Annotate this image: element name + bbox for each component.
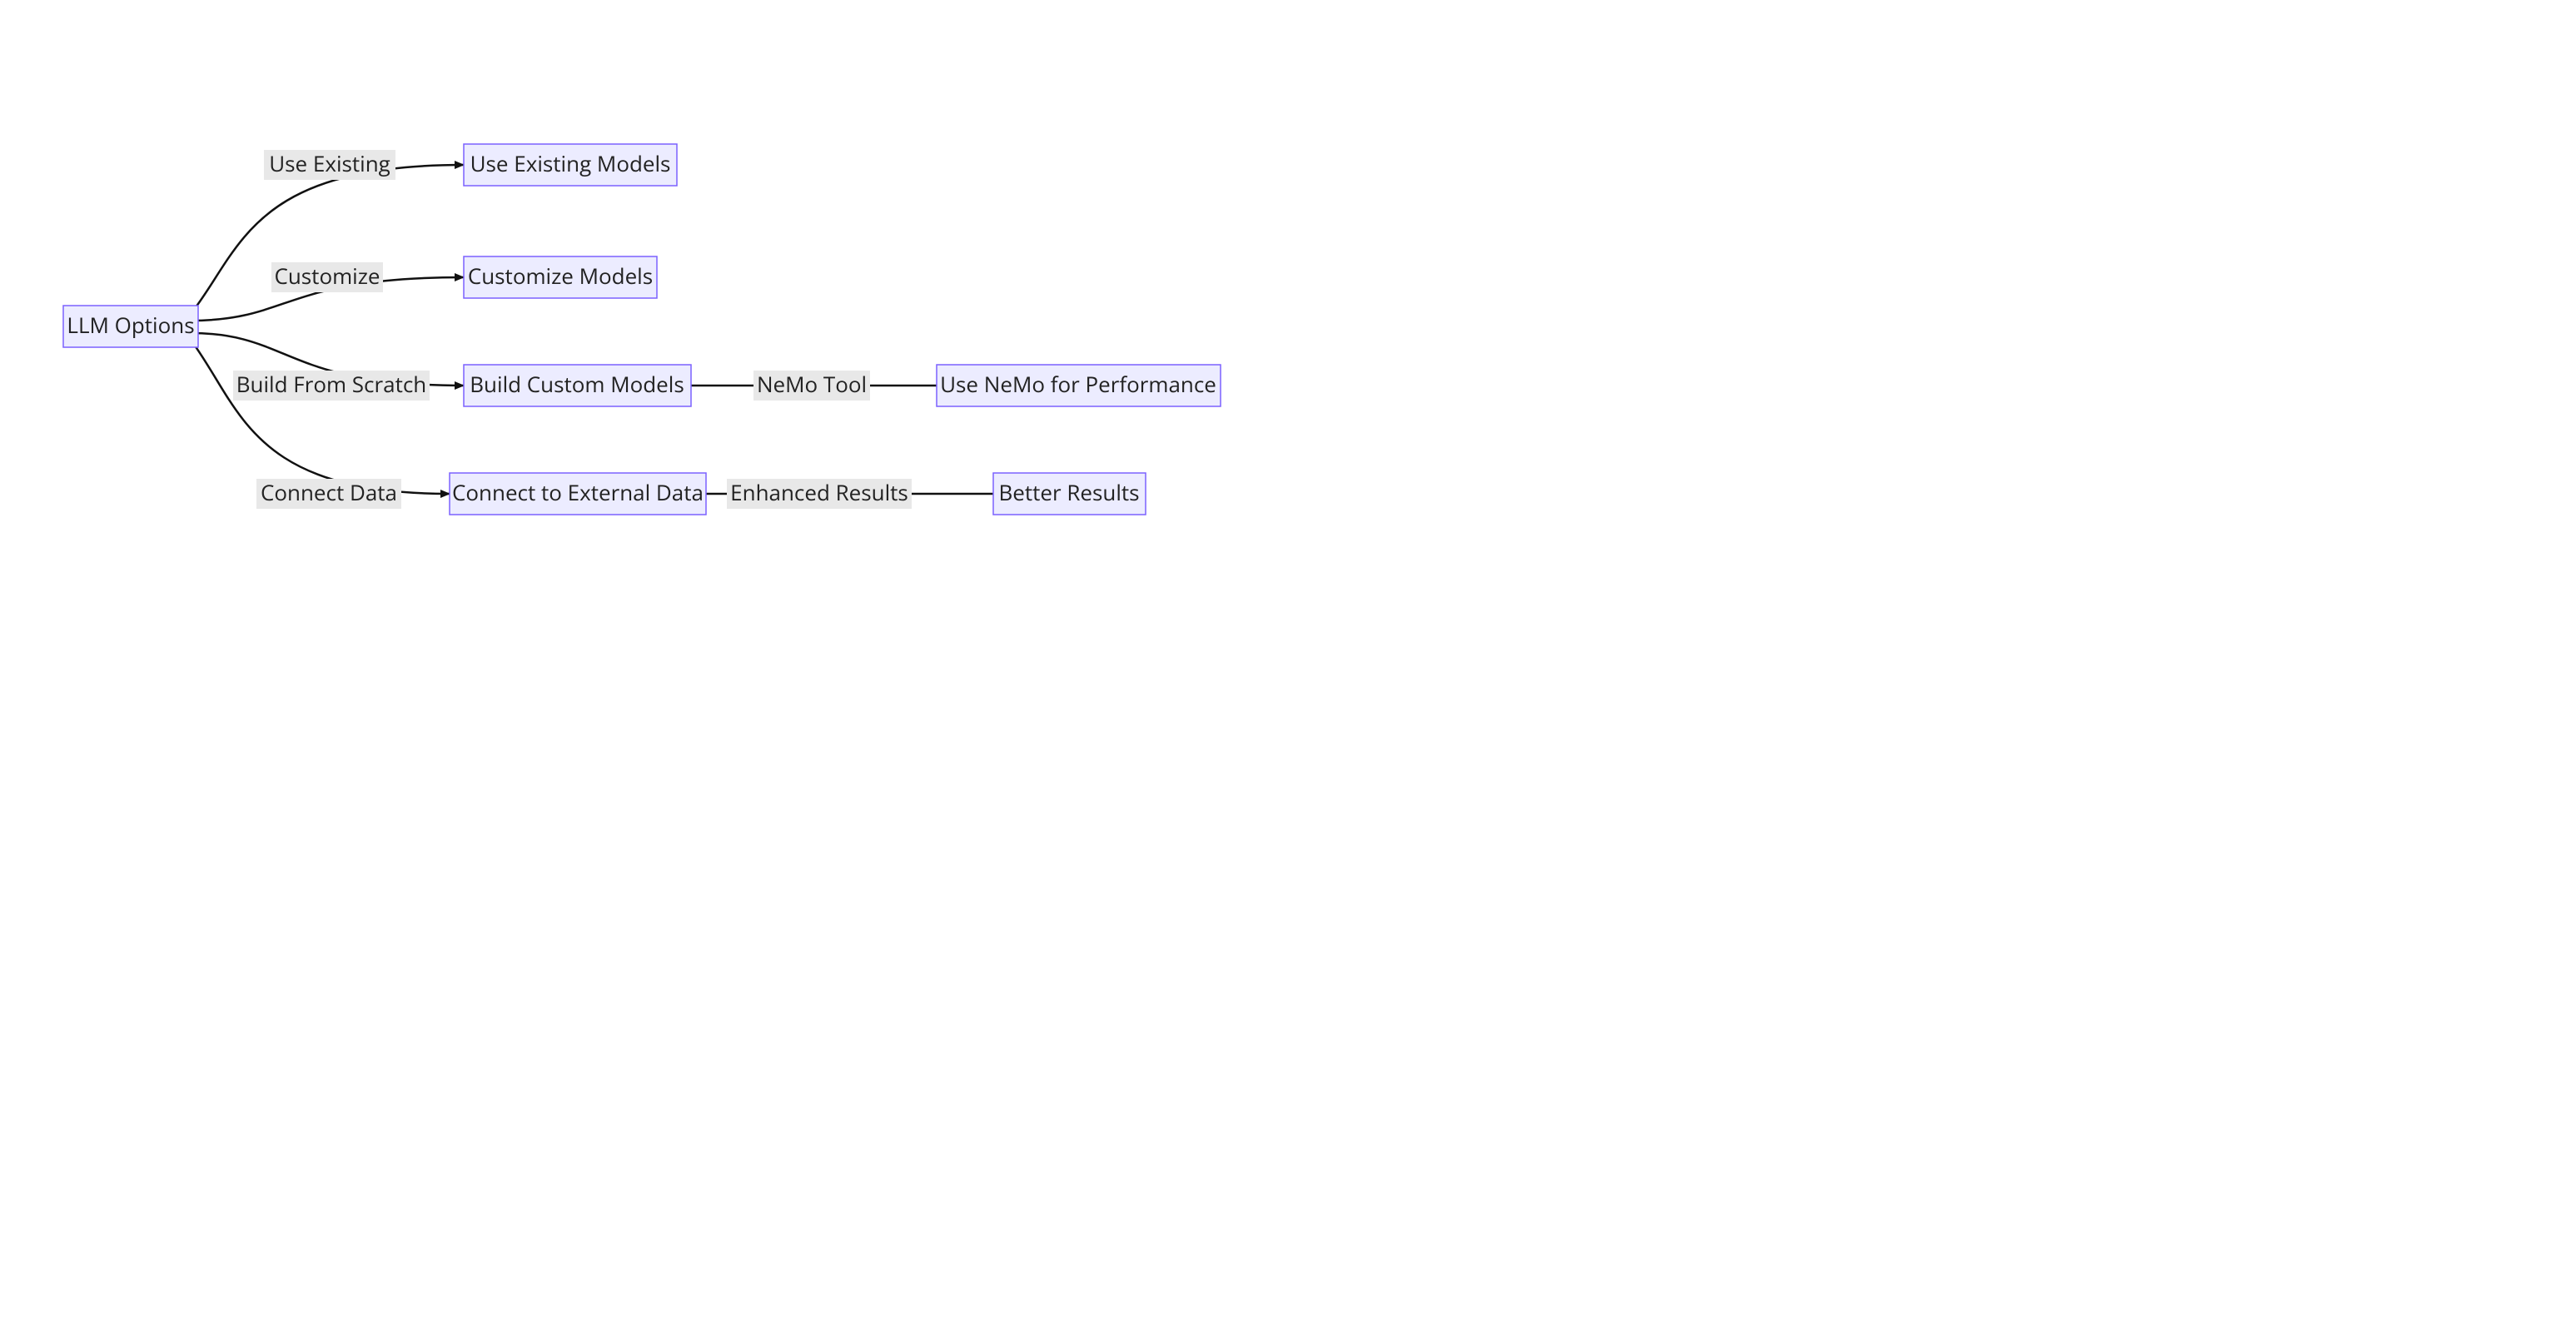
svg-text:Enhanced Results: Enhanced Results <box>730 477 908 507</box>
svg-text:Customize Models: Customize Models <box>468 261 653 291</box>
node-use-nemo: Use NeMo for Performance <box>937 365 1221 406</box>
edge-label-nemo-tool: NeMo Tool <box>753 369 870 401</box>
edge-connect-data <box>191 340 450 494</box>
edge-label-use-existing: Use Existing <box>264 148 395 180</box>
edge-label-enhanced-results: Enhanced Results <box>727 477 912 509</box>
diagram-canvas: Use Existing Customize Build From Scratc… <box>0 0 1288 662</box>
node-connect-external-data: Connect to External Data <box>450 473 706 515</box>
svg-text:Connect to External Data: Connect to External Data <box>452 477 704 507</box>
svg-text:Build Custom Models: Build Custom Models <box>470 369 684 399</box>
svg-text:Use NeMo for Performance: Use NeMo for Performance <box>940 369 1216 399</box>
svg-text:Use Existing: Use Existing <box>269 148 390 178</box>
svg-text:Use Existing Models: Use Existing Models <box>470 148 671 178</box>
node-use-existing-models: Use Existing Models <box>464 144 677 186</box>
edge-label-connect-data: Connect Data <box>256 477 401 509</box>
svg-text:LLM Options: LLM Options <box>67 310 194 340</box>
edge-label-customize: Customize <box>271 261 383 292</box>
svg-text:Customize: Customize <box>274 261 380 291</box>
node-build-custom-models: Build Custom Models <box>464 365 691 406</box>
node-customize-models: Customize Models <box>464 256 657 298</box>
svg-text:Connect Data: Connect Data <box>261 477 397 507</box>
svg-text:Better Results: Better Results <box>998 477 1139 507</box>
svg-text:NeMo Tool: NeMo Tool <box>757 369 867 399</box>
svg-text:Build From Scratch: Build From Scratch <box>236 369 427 399</box>
node-llm-options: LLM Options <box>63 306 198 347</box>
node-better-results: Better Results <box>993 473 1146 515</box>
edge-label-build-from-scratch: Build From Scratch <box>233 369 430 401</box>
